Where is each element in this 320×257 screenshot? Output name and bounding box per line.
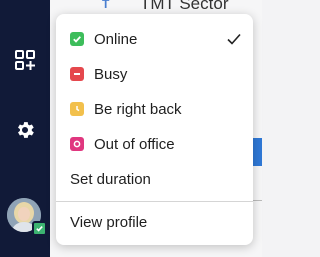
online-check-icon xyxy=(70,32,84,46)
out-of-office-icon xyxy=(70,137,84,151)
status-option-busy[interactable]: Busy xyxy=(56,58,253,90)
view-profile-item[interactable]: View profile xyxy=(56,206,253,238)
status-menu: Online Busy Be right back Out of office … xyxy=(56,14,253,245)
set-duration-item[interactable]: Set duration xyxy=(56,163,253,195)
apps-icon[interactable] xyxy=(12,47,38,73)
background-letter: T xyxy=(102,0,110,11)
status-label: Online xyxy=(94,30,138,48)
view-profile-label: View profile xyxy=(70,213,148,231)
status-option-out-of-office[interactable]: Out of office xyxy=(56,128,253,160)
status-label: Busy xyxy=(94,65,128,83)
background-header-title: TMT Sector xyxy=(140,0,229,13)
status-label: Be right back xyxy=(94,100,182,118)
selected-check-icon xyxy=(227,33,241,45)
gear-icon[interactable] xyxy=(12,117,38,143)
status-label: Out of office xyxy=(94,135,175,153)
menu-divider xyxy=(56,201,253,202)
busy-minus-icon xyxy=(70,67,84,81)
set-duration-label: Set duration xyxy=(70,170,151,188)
be-right-back-clock-icon xyxy=(70,102,84,116)
status-option-online[interactable]: Online xyxy=(56,23,253,55)
left-rail xyxy=(0,0,50,257)
status-option-be-right-back[interactable]: Be right back xyxy=(56,93,253,125)
presence-status-badge xyxy=(32,221,47,236)
